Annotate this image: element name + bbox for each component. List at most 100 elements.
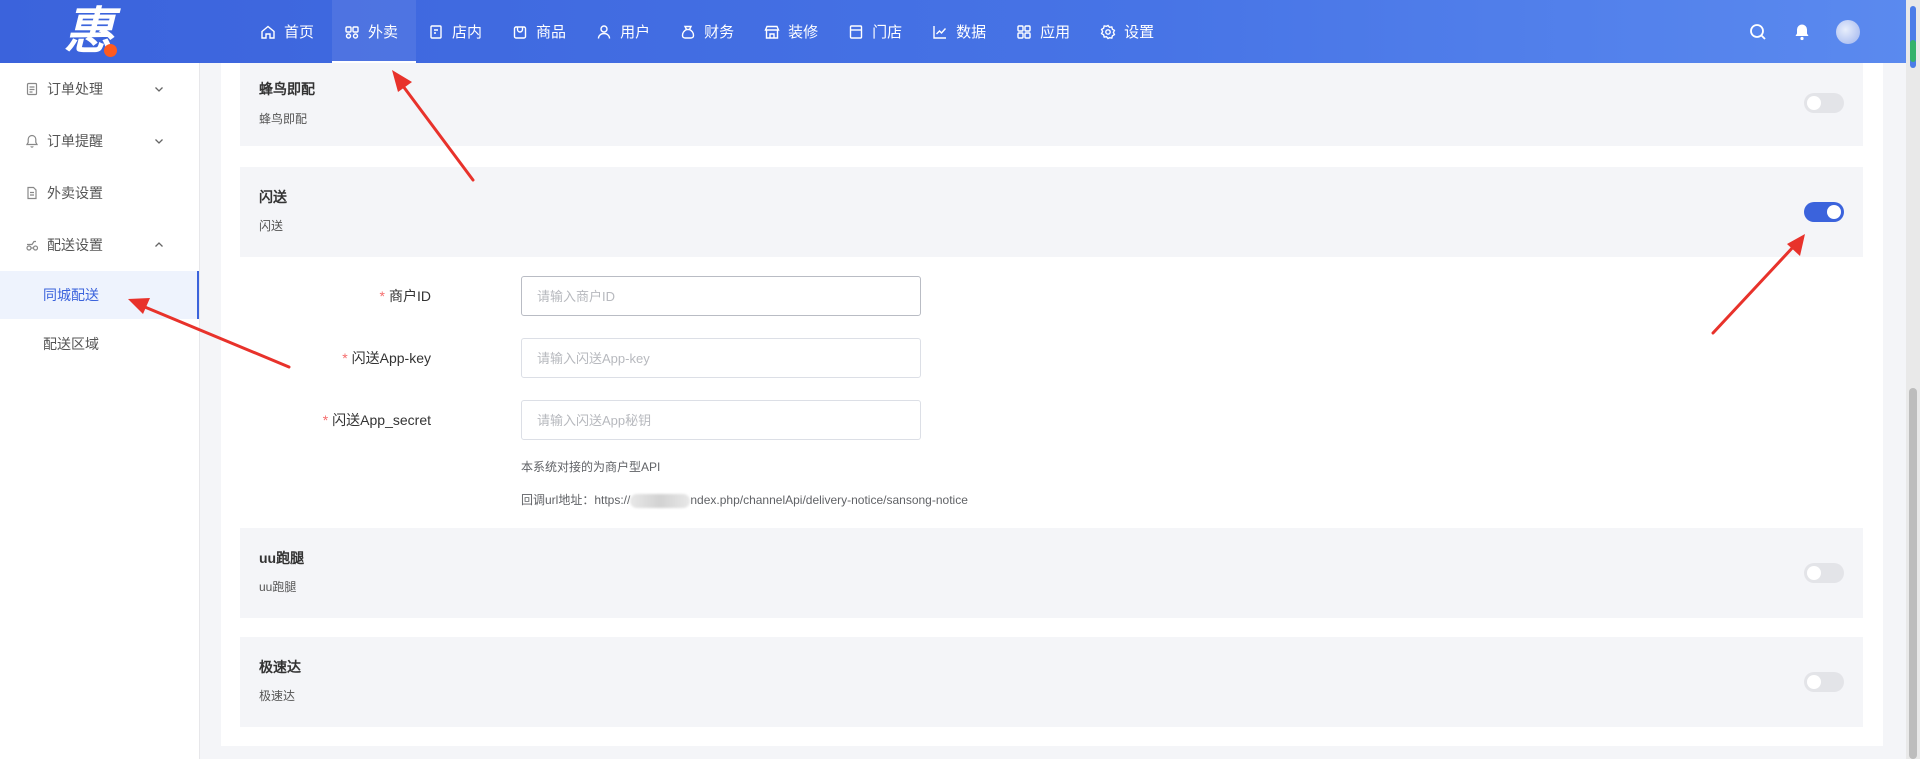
nav-item-apps[interactable]: 应用 <box>1004 0 1088 63</box>
required-mark: * <box>342 350 348 366</box>
bell-icon[interactable] <box>1792 22 1812 42</box>
uu-toggle[interactable] <box>1804 563 1844 583</box>
app-secret-label: * 闪送App_secret <box>323 400 431 440</box>
nav-item-goods[interactable]: 商品 <box>500 0 584 63</box>
delivery-icon <box>25 238 39 252</box>
api-hint: 本系统对接的为商户型API <box>521 460 661 474</box>
search-icon[interactable] <box>1748 22 1768 42</box>
home-icon <box>260 24 276 40</box>
sidebar-item-label: 订单提醒 <box>47 133 103 149</box>
card-desc: 蜂鸟即配 <box>259 112 308 126</box>
nav-item-decor[interactable]: 装修 <box>752 0 836 63</box>
bell-icon <box>25 134 39 148</box>
sidebar-item-label: 配送设置 <box>47 237 103 253</box>
nav-label: 应用 <box>1040 24 1071 41</box>
sidebar-item-order-processing[interactable]: 订单处理 <box>0 65 199 113</box>
doc-icon <box>25 186 39 200</box>
main-content: 蜂鸟即配 蜂鸟即配 闪送 闪送 *商户ID *闪送App-key *闪送App_… <box>221 63 1883 746</box>
gear-icon <box>1100 24 1116 40</box>
delivery-card-jisuda: 极速达 极速达 <box>240 637 1863 727</box>
vertical-scrollbar[interactable] <box>1906 0 1920 759</box>
delivery-card-fengniao: 蜂鸟即配 蜂鸟即配 <box>240 63 1863 146</box>
top-right-tools <box>1748 0 1860 63</box>
nav-label: 用户 <box>620 24 651 41</box>
sidebar-item-delivery-settings[interactable]: 配送设置 <box>0 221 199 269</box>
card-desc: 极速达 <box>259 689 296 703</box>
nav-label: 装修 <box>788 24 819 41</box>
decor-icon <box>764 24 780 40</box>
nav-label: 数据 <box>956 24 987 41</box>
scrollbar-thumb[interactable] <box>1909 388 1917 759</box>
sidebar: 订单处理 订单提醒 外卖设置 配送设置 同城配送 配送区域 <box>0 63 200 759</box>
nav-item-shop[interactable]: 门店 <box>836 0 920 63</box>
label-text: 闪送App_secret <box>332 412 431 428</box>
nav-item-data[interactable]: 数据 <box>920 0 1004 63</box>
nav-label: 店内 <box>452 24 483 41</box>
jisuda-toggle[interactable] <box>1804 672 1844 692</box>
delivery-card-shansong: 闪送 闪送 <box>240 167 1863 257</box>
card-desc: uu跑腿 <box>259 580 297 594</box>
finance-icon <box>680 24 696 40</box>
callback-prefix: 回调url地址：https:// <box>521 493 631 507</box>
shansong-toggle[interactable] <box>1804 202 1844 222</box>
card-title: 极速达 <box>259 659 301 675</box>
sidebar-item-label: 外卖设置 <box>47 185 103 201</box>
nav-label: 门店 <box>872 24 903 41</box>
order-icon <box>25 82 39 96</box>
callback-suffix: ndex.php/channelApi/delivery-notice/sans… <box>690 493 968 507</box>
chevron-down-icon <box>153 135 165 147</box>
nav-item-settings[interactable]: 设置 <box>1088 0 1172 63</box>
form-row-merchant-id: * 商户ID <box>221 276 1221 316</box>
required-mark: * <box>322 412 329 428</box>
form-row-app-key: * 闪送App-key <box>221 338 1221 378</box>
nav-label: 商品 <box>536 24 567 41</box>
card-title: 蜂鸟即配 <box>259 81 315 97</box>
chart-icon <box>932 24 948 40</box>
nav-label: 设置 <box>1124 24 1155 41</box>
nav-item-store-inside[interactable]: 店内 <box>416 0 500 63</box>
form-row-app-secret: * 闪送App_secret <box>221 400 1221 440</box>
user-icon <box>596 24 612 40</box>
app-logo[interactable]: 惠 <box>60 2 130 60</box>
card-title: 闪送 <box>259 189 287 205</box>
merchant-id-label: * 商户ID <box>380 276 431 316</box>
merchant-id-input[interactable] <box>521 276 921 316</box>
required-mark: * <box>379 288 385 304</box>
callback-url-hint: 回调url地址：https:// ndex.php/channelApi/deli… <box>521 491 968 508</box>
app-key-input[interactable] <box>521 338 921 378</box>
fengniao-toggle[interactable] <box>1804 93 1844 113</box>
apps-icon <box>1016 24 1032 40</box>
sidebar-subitem-label: 同城配送 <box>43 287 99 303</box>
label-text: 商户ID <box>389 288 431 304</box>
redacted-domain <box>630 493 691 508</box>
top-navbar: 惠 首页 外卖 店内 商品 用户 财务 装修 门店 数据 应用 设置 <box>0 0 1920 63</box>
label-text: 闪送App-key <box>351 350 431 366</box>
nav-label: 财务 <box>704 24 735 41</box>
sidebar-subitem-city-delivery[interactable]: 同城配送 <box>0 271 199 319</box>
nav-item-takeout[interactable]: 外卖 <box>332 0 417 63</box>
avatar[interactable] <box>1836 19 1860 44</box>
sidebar-item-order-reminder[interactable]: 订单提醒 <box>0 117 199 165</box>
nav-label: 外卖 <box>368 24 399 41</box>
shop-icon <box>848 24 864 40</box>
scrollbar-indicator-secondary <box>1910 40 1916 62</box>
sidebar-subitem-delivery-area[interactable]: 配送区域 <box>0 320 199 368</box>
nav-item-home[interactable]: 首页 <box>248 0 332 63</box>
nav-label: 首页 <box>284 24 315 41</box>
app-secret-input[interactable] <box>521 400 921 440</box>
sidebar-item-takeout-settings[interactable]: 外卖设置 <box>0 169 199 217</box>
sidebar-subitem-label: 配送区域 <box>43 336 99 352</box>
main-nav: 首页 外卖 店内 商品 用户 财务 装修 门店 数据 应用 设置 <box>248 0 1172 63</box>
card-title: uu跑腿 <box>259 550 305 566</box>
app-key-label: * 闪送App-key <box>342 338 431 378</box>
sidebar-item-label: 订单处理 <box>47 81 103 97</box>
chevron-up-icon <box>153 239 165 251</box>
takeout-icon <box>344 24 360 40</box>
nav-item-finance[interactable]: 财务 <box>668 0 752 63</box>
card-desc: 闪送 <box>259 219 284 233</box>
nav-item-user[interactable]: 用户 <box>584 0 668 63</box>
logo-dot <box>104 44 117 57</box>
goods-icon <box>512 24 528 40</box>
delivery-card-uu: uu跑腿 uu跑腿 <box>240 528 1863 618</box>
chevron-down-icon <box>153 83 165 95</box>
